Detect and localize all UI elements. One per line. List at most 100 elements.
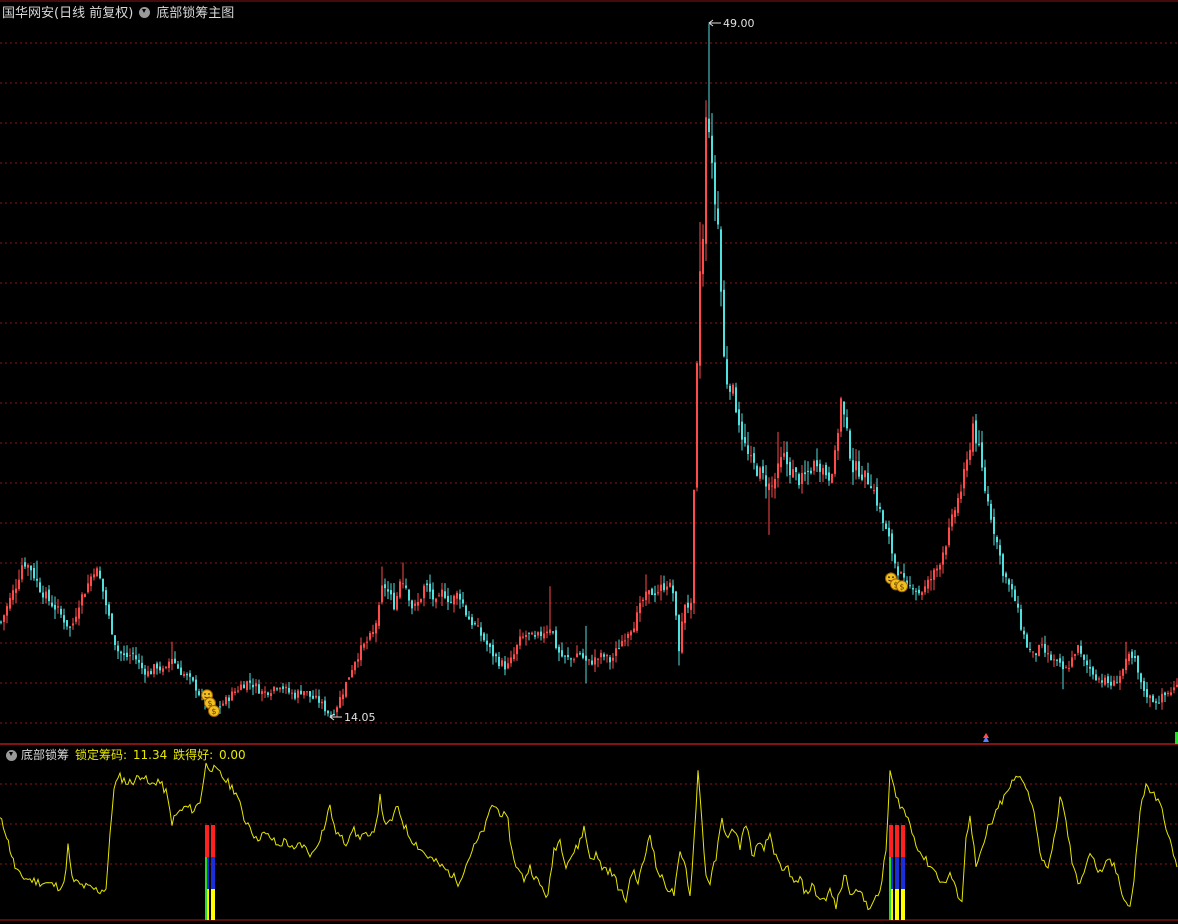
candle-body — [54, 604, 56, 610]
candle-body — [237, 690, 239, 692]
price-chart[interactable]: 49.0014.05 $$$ $ — [0, 0, 1178, 924]
candle-body — [744, 437, 746, 444]
candle-body — [1062, 661, 1064, 670]
candle-body — [519, 636, 521, 646]
candle-body — [927, 579, 929, 589]
candle-body — [711, 135, 713, 163]
candle-body — [1125, 658, 1127, 671]
candle-body — [852, 460, 854, 473]
candle-body — [249, 680, 251, 683]
candle-body — [375, 623, 377, 634]
candle-body — [480, 627, 482, 636]
candle-body — [1068, 668, 1070, 670]
candle-body — [888, 527, 890, 537]
candle-body — [369, 632, 371, 640]
candle-body — [186, 674, 188, 676]
candle-body — [1080, 645, 1082, 654]
candle-body — [909, 585, 911, 587]
indicator-name[interactable]: 底部锁筹 — [21, 746, 69, 763]
indicator-bar: 底部锁筹 锁定筹码: 11.34 跌得好: 0.00 — [0, 745, 1178, 763]
candle-body — [774, 478, 776, 489]
drop-label: 跌得好: — [173, 747, 214, 762]
candle-body — [1092, 667, 1094, 675]
candle-body — [648, 590, 650, 595]
chevron-down-icon[interactable] — [6, 749, 17, 761]
candle-body — [225, 696, 227, 705]
candle-body — [576, 653, 578, 658]
candle-body — [720, 229, 722, 292]
candle-body — [858, 461, 860, 477]
candle-body — [6, 606, 8, 616]
candle-body — [627, 633, 629, 639]
smiley-eye — [888, 576, 890, 579]
candle-body — [171, 658, 173, 664]
candle-body — [150, 671, 152, 675]
candle-body — [534, 635, 536, 637]
lock-value: 11.34 — [132, 747, 168, 762]
candle-body — [678, 615, 680, 652]
candle-body — [114, 635, 116, 645]
candle-body — [882, 510, 884, 524]
smiley-eye — [204, 693, 206, 695]
candle-body — [621, 640, 623, 647]
candle-body — [159, 666, 161, 671]
candle-body — [57, 606, 59, 608]
candle-body — [45, 591, 47, 599]
candle-body — [957, 498, 959, 513]
candle-body — [594, 657, 596, 665]
candle-body — [1038, 644, 1040, 656]
candle-body — [444, 591, 446, 598]
candle-body — [327, 710, 329, 714]
candle-body — [921, 592, 923, 596]
candle-body — [1146, 689, 1148, 698]
candle-body — [3, 615, 5, 623]
candle-body — [1098, 678, 1100, 680]
candle-body — [456, 592, 458, 599]
candle-body — [336, 707, 338, 713]
candle-body — [999, 545, 1001, 556]
candle-body — [1104, 677, 1106, 685]
candle-body — [222, 703, 224, 706]
candle-body — [102, 578, 104, 592]
candle-body — [972, 423, 974, 452]
candle-body — [894, 554, 896, 564]
candle-body — [528, 632, 530, 634]
candle-body — [276, 688, 278, 690]
candle-body — [423, 585, 425, 599]
candle-body — [192, 677, 194, 681]
candle-body — [297, 690, 299, 698]
candle-body — [900, 572, 902, 574]
candle-body — [342, 694, 344, 700]
candle-body — [783, 452, 785, 457]
candle-body — [246, 681, 248, 691]
candle-body — [990, 503, 992, 520]
candle-body — [138, 659, 140, 663]
candle-body — [450, 601, 452, 603]
candle-body — [498, 656, 500, 667]
candle-body — [282, 686, 284, 689]
candle-body — [948, 527, 950, 546]
candle-body — [597, 658, 599, 660]
candle-body — [981, 442, 983, 468]
candle-body — [240, 684, 242, 690]
candle-body — [750, 455, 752, 457]
candle-body — [483, 633, 485, 641]
candle-body — [270, 693, 272, 697]
candle-body — [840, 398, 842, 432]
candle-body — [954, 510, 956, 518]
candle-body — [753, 453, 755, 463]
candle-body — [942, 552, 944, 565]
candle-body — [912, 588, 914, 590]
price-annotation-0: 49.00 — [723, 17, 755, 30]
candle-body — [174, 658, 176, 663]
candle-body — [765, 475, 767, 487]
candle-body — [507, 663, 509, 669]
candle-body — [90, 576, 92, 587]
signal-bar-red — [889, 825, 893, 857]
candle-body — [39, 582, 41, 593]
candle-body — [468, 616, 470, 620]
candle-body — [99, 570, 101, 579]
candle-body — [411, 600, 413, 609]
lock-label: 锁定筹码: — [75, 747, 128, 762]
indicator-panel — [0, 762, 1178, 920]
